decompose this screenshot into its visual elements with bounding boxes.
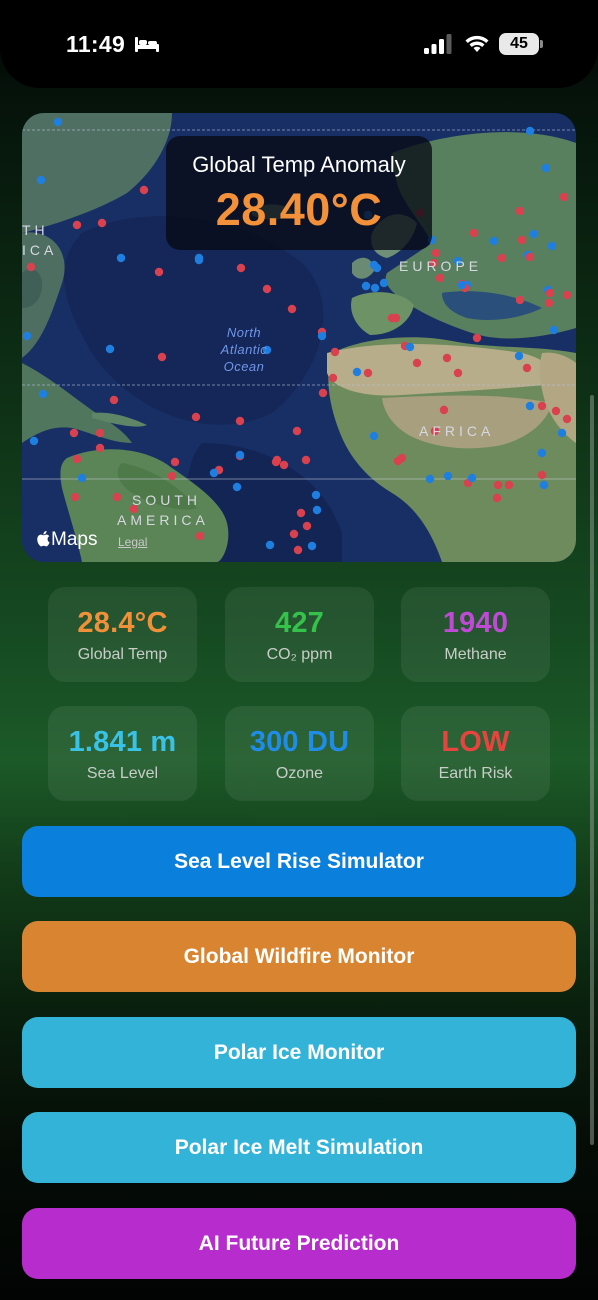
status-time: 11:49 — [66, 31, 126, 57]
stat-value: 427 — [275, 607, 324, 639]
ocean-label-line-1: North — [226, 325, 262, 340]
stat-value: 1.841 m — [68, 726, 177, 758]
apple-logo-icon — [37, 530, 50, 547]
polar-ice-melt-simulation-button[interactable]: Polar Ice Melt Simulation — [22, 1112, 576, 1183]
global-wildfire-monitor-button[interactable]: Global Wildfire Monitor — [22, 921, 576, 992]
map-label-south-america-1: SOUTH — [132, 492, 201, 508]
battery-level: 45 — [499, 33, 539, 55]
stat-label: Sea Level — [86, 765, 159, 782]
bed-icon — [135, 37, 159, 52]
stat-label: Ozone — [275, 765, 324, 782]
stat-value: 300 DU — [249, 726, 350, 758]
map-label-north-america-2: ICA — [22, 242, 58, 258]
scrollbar[interactable] — [590, 395, 594, 1145]
stat-value: LOW — [441, 726, 510, 758]
stat-label: Global Temp — [77, 646, 168, 663]
battery-icon: 45 — [499, 33, 543, 55]
map-label-africa: AFRICA — [419, 423, 495, 439]
battery-cap — [540, 40, 543, 48]
temp-anomaly-value: 28.40°C — [215, 184, 383, 235]
status-bar: 11:49 45 — [0, 0, 598, 88]
temp-anomaly-panel: Global Temp Anomaly 28.40°C — [166, 136, 432, 250]
signal-icon — [424, 34, 452, 54]
maps-attribution: Maps — [36, 529, 97, 551]
maps-label: Maps — [51, 529, 98, 550]
map-label-ocean: North Atlantic Ocean — [196, 324, 292, 375]
stat-value: 1940 — [442, 607, 509, 639]
stat-methane: 1940 Methane — [401, 587, 550, 682]
ocean-label-line-2: Atlantic — [220, 342, 268, 357]
stat-sea-level: 1.841 m Sea Level — [48, 706, 197, 801]
map-label-europe: EUROPE — [399, 258, 483, 274]
stat-co2: 427 CO₂ ppm — [225, 587, 374, 682]
ocean-label-line-3: Ocean — [223, 359, 265, 374]
map-label-north-america-1: TH — [22, 222, 49, 238]
polar-ice-monitor-button[interactable]: Polar Ice Monitor — [22, 1017, 576, 1088]
stat-value: 28.4°C — [77, 607, 168, 639]
stat-label: Earth Risk — [438, 765, 513, 782]
stat-label: Methane — [444, 646, 507, 663]
legal-link[interactable]: Legal — [118, 535, 147, 549]
ai-future-prediction-button[interactable]: AI Future Prediction — [22, 1208, 576, 1279]
wifi-icon — [465, 35, 489, 52]
stat-global-temp: 28.4°C Global Temp — [48, 587, 197, 682]
stat-earth-risk: LOW Earth Risk — [401, 706, 550, 801]
sea-level-rise-simulator-button[interactable]: Sea Level Rise Simulator — [22, 826, 576, 897]
map-label-south-america-2: AMERICA — [117, 512, 209, 528]
climate-map[interactable]: Global Temp Anomaly 28.40°C EUROPE AFRIC… — [22, 113, 576, 562]
stat-label: CO₂ ppm — [266, 646, 333, 663]
stat-ozone: 300 DU Ozone — [225, 706, 374, 801]
temp-anomaly-title: Global Temp Anomaly — [192, 152, 406, 177]
